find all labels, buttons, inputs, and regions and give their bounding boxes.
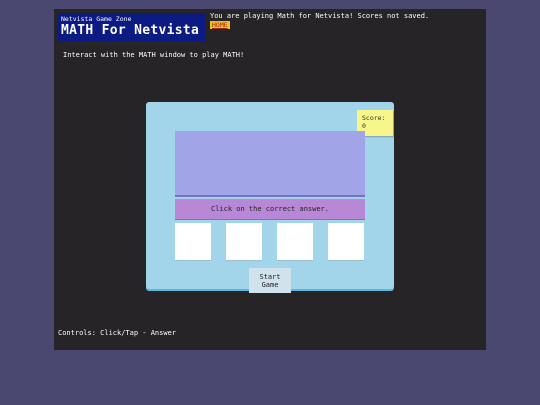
instructions-text: Interact with the MATH window to play MA…	[63, 51, 245, 59]
answer-option-2[interactable]	[226, 223, 262, 261]
start-game-button[interactable]: Start Game	[249, 268, 291, 293]
start-button-line2: Game	[261, 281, 279, 289]
game-title: MATH For Netvista	[61, 23, 200, 38]
site-name: Netvista Game Zone	[61, 15, 132, 23]
answer-option-4[interactable]	[328, 223, 364, 261]
home-link[interactable]: HOME	[210, 21, 230, 29]
answer-prompt: Click on the correct answer.	[175, 199, 365, 220]
controls-text: Controls: Click/Tap - Answer	[58, 329, 177, 337]
answer-option-1[interactable]	[175, 223, 211, 261]
site-logo: Netvista Game Zone MATH For Netvista	[58, 13, 206, 41]
score-label: Score:	[362, 114, 386, 122]
score-notice: You are playing Math for Netvista! Score…	[210, 12, 430, 20]
start-button-line1: Start	[259, 273, 281, 281]
score-value: 0	[362, 122, 366, 130]
question-display	[175, 131, 365, 197]
answer-option-3[interactable]	[277, 223, 313, 261]
